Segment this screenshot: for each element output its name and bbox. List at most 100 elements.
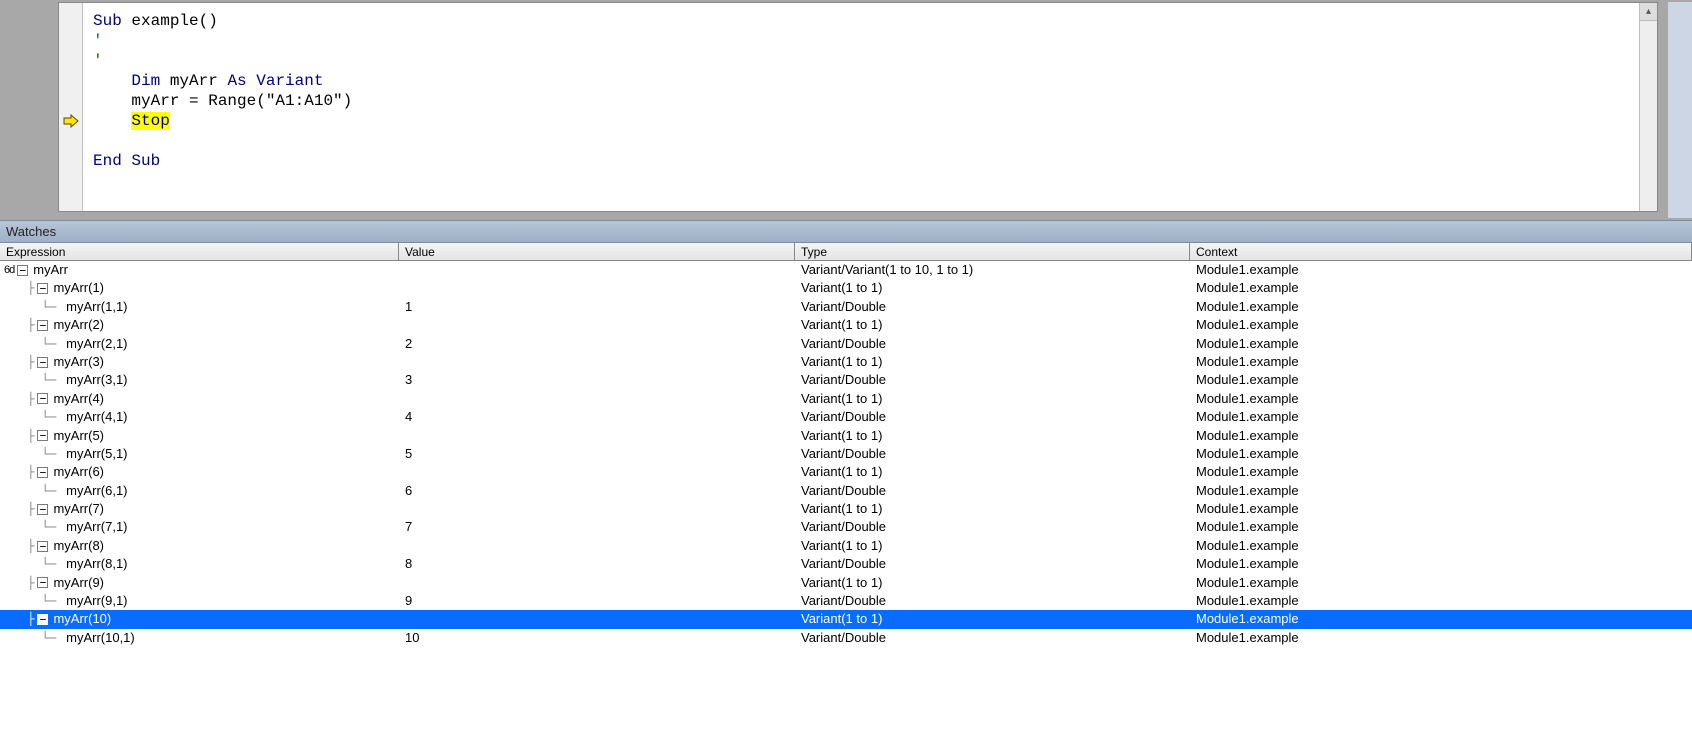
tree-line-icon: └─ <box>20 335 56 353</box>
tree-line-icon: └─ <box>20 371 56 389</box>
tree-line-icon: ├ <box>20 537 34 555</box>
watch-context: Module1.example <box>1190 427 1692 445</box>
watch-row[interactable]: └─myArr(10,1)10Variant/DoubleModule1.exa… <box>0 629 1692 647</box>
watch-type: Variant/Double <box>795 408 1190 426</box>
watch-value: 9 <box>399 592 795 610</box>
watch-expression-cell: └─myArr(3,1) <box>0 371 399 389</box>
watch-type: Variant/Double <box>795 445 1190 463</box>
watch-expression: myArr(4,1) <box>64 408 127 426</box>
watches-header-value[interactable]: Value <box>399 243 795 260</box>
watches-title[interactable]: Watches <box>0 221 1692 243</box>
watch-row[interactable]: ├−myArr(7)Variant(1 to 1)Module1.example <box>0 500 1692 518</box>
code-token: example() <box>122 12 218 30</box>
watch-value: 8 <box>399 555 795 573</box>
watches-header-type[interactable]: Type <box>795 243 1190 260</box>
watch-value: 3 <box>399 371 795 389</box>
collapse-icon[interactable]: − <box>37 577 48 588</box>
tree-line-icon: ├ <box>20 610 34 628</box>
watch-row[interactable]: └─myArr(2,1)2Variant/DoubleModule1.examp… <box>0 335 1692 353</box>
tree-line-icon: └─ <box>20 445 56 463</box>
watch-expression-cell: 6d−myArr <box>0 261 399 279</box>
collapse-icon[interactable]: − <box>37 504 48 515</box>
watch-context: Module1.example <box>1190 574 1692 592</box>
collapse-icon[interactable]: − <box>37 541 48 552</box>
watch-expression: myArr(10) <box>51 610 111 628</box>
watch-row[interactable]: 6d−myArr Variant/Variant(1 to 10, 1 to 1)… <box>0 261 1692 279</box>
watch-type: Variant(1 to 1) <box>795 279 1190 297</box>
watch-expression-cell: └─myArr(6,1) <box>0 482 399 500</box>
watch-row[interactable]: └─myArr(5,1)5Variant/DoubleModule1.examp… <box>0 445 1692 463</box>
tree-line-icon: └─ <box>20 518 56 536</box>
watch-row[interactable]: ├−myArr(4)Variant(1 to 1)Module1.example <box>0 390 1692 408</box>
code-current-statement: Stop <box>131 112 169 130</box>
watch-row[interactable]: └─myArr(6,1)6Variant/DoubleModule1.examp… <box>0 482 1692 500</box>
watch-type: Variant/Double <box>795 518 1190 536</box>
watch-expression: myArr <box>31 261 68 279</box>
watch-context: Module1.example <box>1190 371 1692 389</box>
collapse-icon[interactable]: − <box>37 467 48 478</box>
watch-row[interactable]: ├−myArr(8)Variant(1 to 1)Module1.example <box>0 537 1692 555</box>
collapse-icon[interactable]: − <box>37 614 48 625</box>
watch-row[interactable]: ├−myArr(5)Variant(1 to 1)Module1.example <box>0 427 1692 445</box>
code-window: Sub example() ' ' Dim myArr As Variant m… <box>58 2 1658 212</box>
watch-row[interactable]: └─myArr(3,1)3Variant/DoubleModule1.examp… <box>0 371 1692 389</box>
watch-row[interactable]: ├−myArr(1)Variant(1 to 1)Module1.example <box>0 279 1692 297</box>
watch-type: Variant(1 to 1) <box>795 427 1190 445</box>
watch-type: Variant(1 to 1) <box>795 537 1190 555</box>
code-token: As Variant <box>227 72 323 90</box>
watch-type: Variant(1 to 1) <box>795 390 1190 408</box>
watch-value: 2 <box>399 335 795 353</box>
watch-expression-cell: └─myArr(5,1) <box>0 445 399 463</box>
watch-expression-cell: ├−myArr(10) <box>0 610 399 628</box>
watches-header-expression[interactable]: Expression <box>0 243 399 260</box>
collapse-icon[interactable]: − <box>37 393 48 404</box>
tree-line-icon: └─ <box>20 629 56 647</box>
watch-row[interactable]: ├−myArr(6)Variant(1 to 1)Module1.example <box>0 463 1692 481</box>
watch-row[interactable]: └─myArr(4,1)4Variant/DoubleModule1.examp… <box>0 408 1692 426</box>
watch-expression-cell: └─myArr(9,1) <box>0 592 399 610</box>
watch-context: Module1.example <box>1190 463 1692 481</box>
watches-header-context[interactable]: Context <box>1190 243 1692 260</box>
collapse-icon[interactable]: − <box>37 357 48 368</box>
watch-expression-cell: └─myArr(4,1) <box>0 408 399 426</box>
watch-type: Variant(1 to 1) <box>795 353 1190 371</box>
scroll-up-icon[interactable]: ▴ <box>1640 3 1657 21</box>
watch-row[interactable]: └─myArr(8,1)8Variant/DoubleModule1.examp… <box>0 555 1692 573</box>
watch-row[interactable]: ├−myArr(10)Variant(1 to 1)Module1.exampl… <box>0 610 1692 628</box>
code-token: Dim <box>93 72 160 90</box>
watch-expression-cell: ├−myArr(2) <box>0 316 399 334</box>
watch-type: Variant/Double <box>795 482 1190 500</box>
collapse-icon[interactable]: − <box>37 283 48 294</box>
watch-glasses-icon: 6d <box>0 261 16 279</box>
tree-line-icon: ├ <box>20 390 34 408</box>
watch-expression: myArr(1,1) <box>64 298 127 316</box>
watch-context: Module1.example <box>1190 592 1692 610</box>
vertical-scrollbar[interactable]: ▴ <box>1639 3 1657 211</box>
watch-expression-cell: ├−myArr(7) <box>0 500 399 518</box>
watch-type: Variant/Variant(1 to 10, 1 to 1) <box>795 261 1190 279</box>
code-comment: ' <box>93 52 103 70</box>
watch-context: Module1.example <box>1190 353 1692 371</box>
watch-type: Variant/Double <box>795 592 1190 610</box>
collapse-icon[interactable]: − <box>37 320 48 331</box>
tree-line-icon: └─ <box>20 298 56 316</box>
code-comment: ' <box>93 32 103 50</box>
watches-header-row: Expression Value Type Context <box>0 243 1692 261</box>
watch-row[interactable]: └─myArr(7,1)7Variant/DoubleModule1.examp… <box>0 518 1692 536</box>
collapse-icon[interactable]: − <box>17 265 28 276</box>
watch-row[interactable]: ├−myArr(9)Variant(1 to 1)Module1.example <box>0 574 1692 592</box>
code-content[interactable]: Sub example() ' ' Dim myArr As Variant m… <box>83 3 1639 211</box>
tree-line-icon: ├ <box>20 463 34 481</box>
watch-row[interactable]: └─myArr(1,1)1Variant/DoubleModule1.examp… <box>0 298 1692 316</box>
code-margin[interactable] <box>59 3 83 211</box>
watch-expression: myArr(7,1) <box>64 518 127 536</box>
tree-line-icon: └─ <box>20 555 56 573</box>
watch-row[interactable]: └─myArr(9,1)9Variant/DoubleModule1.examp… <box>0 592 1692 610</box>
collapse-icon[interactable]: − <box>37 430 48 441</box>
watch-value: 10 <box>399 629 795 647</box>
watch-row[interactable]: ├−myArr(3)Variant(1 to 1)Module1.example <box>0 353 1692 371</box>
watch-expression-cell: ├−myArr(4) <box>0 390 399 408</box>
watch-value: 7 <box>399 518 795 536</box>
watch-expression: myArr(8,1) <box>64 555 127 573</box>
watch-row[interactable]: ├−myArr(2)Variant(1 to 1)Module1.example <box>0 316 1692 334</box>
